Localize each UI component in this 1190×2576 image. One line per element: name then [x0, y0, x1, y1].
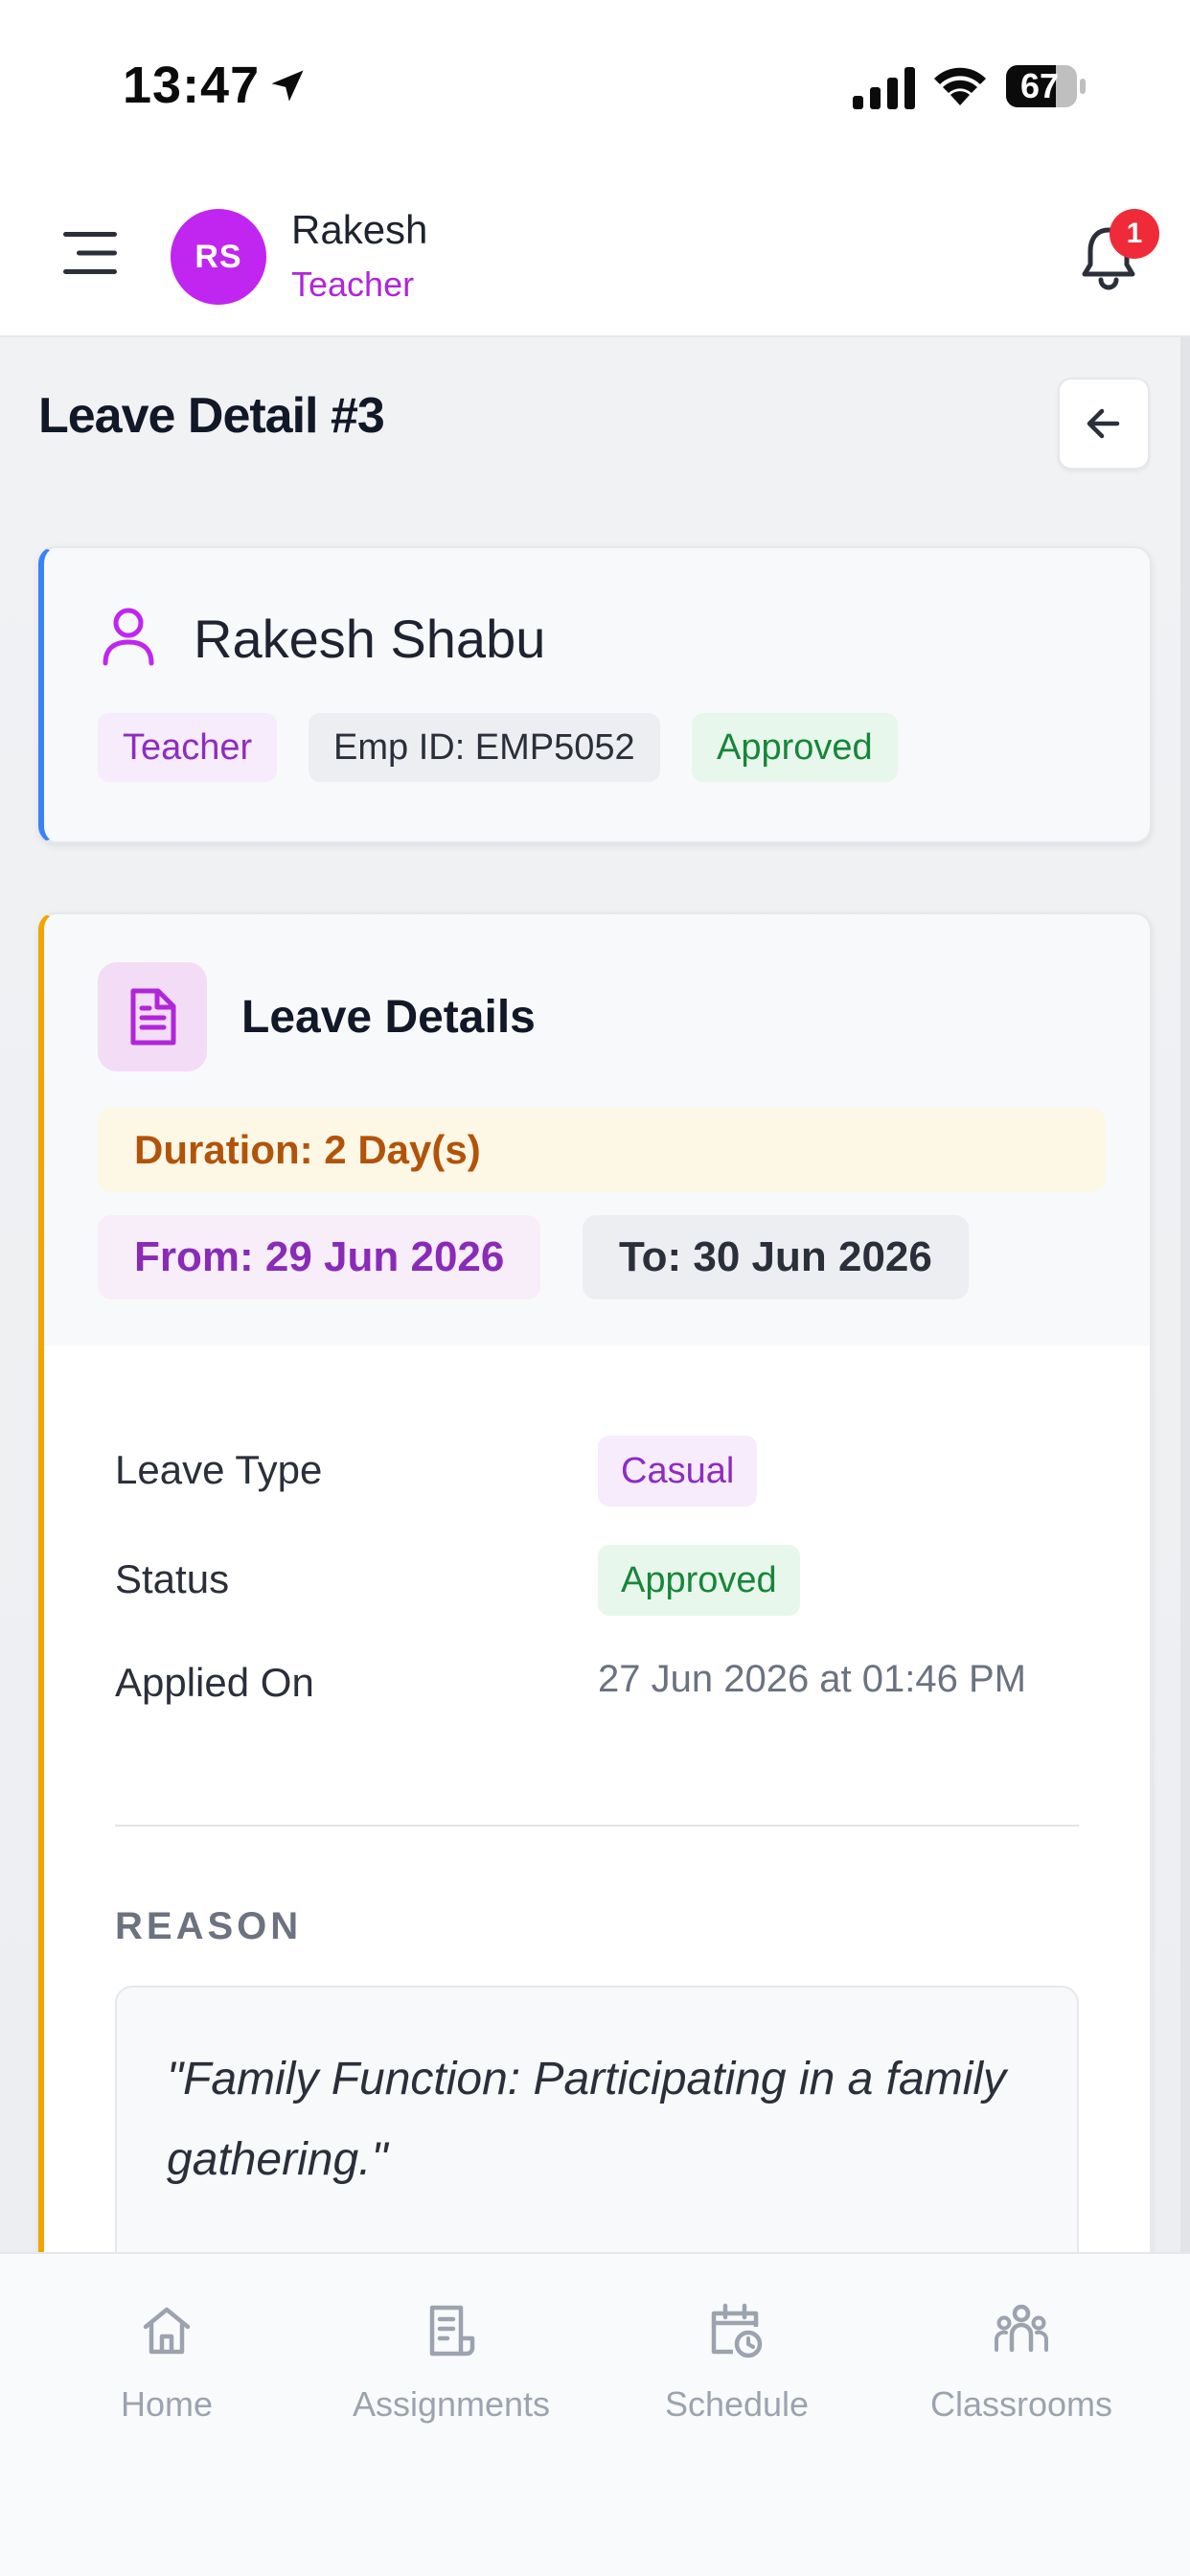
nav-label-classrooms: Classrooms	[929, 2384, 1113, 2424]
status-bar: 13:47 67	[0, 0, 1190, 172]
to-date-chip: To: 30 Jun 2026	[583, 1215, 969, 1300]
user-role: Teacher	[291, 264, 415, 304]
status-badge: Approved	[692, 713, 898, 782]
classrooms-icon	[995, 2304, 1048, 2353]
employee-name: Rakesh Shabu	[194, 609, 546, 669]
status-label: Status	[115, 1556, 230, 1601]
from-date-chip: From: 29 Jun 2026	[98, 1215, 541, 1300]
user-icon	[103, 608, 154, 666]
battery-level: 67	[1019, 66, 1060, 105]
divider	[115, 1825, 1079, 1827]
applied-on-value: 27 Jun 2026 at 01:46 PM	[598, 1658, 1026, 1700]
location-arrow-icon	[271, 70, 304, 102]
status-time: 13:47	[123, 57, 261, 114]
menu-icon[interactable]	[63, 228, 117, 278]
page-title: Leave Detail #3	[38, 388, 385, 444]
notification-badge: 1	[1110, 209, 1159, 259]
nav-label-schedule: Schedule	[664, 2384, 810, 2424]
home-icon	[143, 2307, 191, 2355]
back-button[interactable]	[1058, 378, 1150, 470]
nav-label-home: Home	[120, 2384, 214, 2424]
avatar[interactable]: RS	[171, 209, 266, 305]
nav-item-classrooms[interactable]: Classrooms	[878, 2300, 1165, 2434]
leave-type-label: Leave Type	[115, 1447, 323, 1492]
nav-item-schedule[interactable]: Schedule	[593, 2300, 881, 2434]
main-content: Leave Detail #3 Rakesh Shabu Teacher Emp…	[0, 337, 1190, 2254]
document-icon	[130, 988, 176, 1046]
battery-icon: 67	[1006, 65, 1087, 107]
bottom-nav: Home Assignments Schedule Classrooms	[0, 2252, 1190, 2576]
scrollbar[interactable]	[1180, 337, 1190, 2254]
emp-id-chip: Emp ID: EMP5052	[309, 713, 660, 782]
user-name: Rakesh	[291, 207, 428, 252]
status-chip: Approved	[598, 1545, 800, 1616]
nav-label-assignments: Assignments	[352, 2384, 551, 2424]
wifi-icon	[934, 67, 986, 105]
leave-type-chip: Casual	[598, 1436, 758, 1506]
assignments-icon	[429, 2305, 475, 2357]
signal-icon	[853, 67, 915, 109]
applied-on-label: Applied On	[115, 1660, 314, 1705]
leave-details-card: Leave Details Duration: 2 Day(s) From: 2…	[38, 912, 1152, 2254]
reason-text: "Family Function: Participating in a fam…	[115, 1986, 1079, 2254]
employee-card: Rakesh Shabu Teacher Emp ID: EMP5052 App…	[38, 546, 1152, 843]
leave-details-title: Leave Details	[241, 992, 536, 1043]
schedule-icon	[711, 2303, 763, 2358]
nav-item-assignments[interactable]: Assignments	[308, 2300, 595, 2434]
role-chip: Teacher	[98, 713, 278, 782]
document-icon-box	[98, 962, 207, 1071]
arrow-left-icon	[1087, 408, 1120, 439]
detail-panel: Leave Type Casual Status Approved Applie…	[44, 1346, 1150, 2254]
app-header: RS Rakesh Teacher 1	[0, 172, 1190, 337]
reason-label: REASON	[115, 1905, 303, 1947]
duration-banner: Duration: 2 Day(s)	[98, 1108, 1106, 1192]
nav-item-home[interactable]: Home	[23, 2300, 310, 2434]
